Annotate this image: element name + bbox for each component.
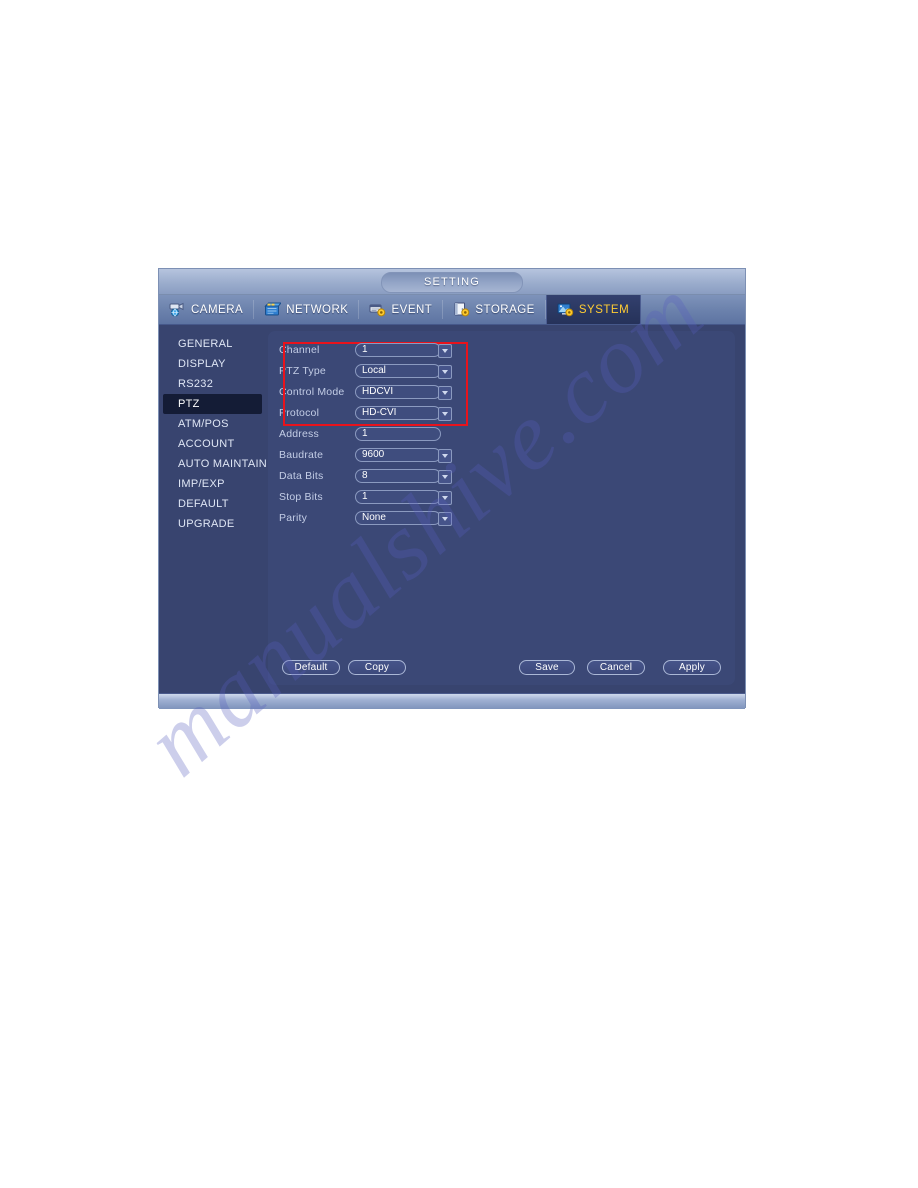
- field-label: Channel: [279, 343, 320, 356]
- tab-label: EVENT: [391, 303, 433, 316]
- system-gear-icon: [557, 302, 574, 317]
- dropdown-channel[interactable]: 1: [355, 342, 452, 358]
- cancel-button[interactable]: Cancel: [587, 660, 645, 675]
- setting-dialog: SETTING CAMERA NETWORK EVENT STORAGE SYSTEM …: [158, 268, 746, 709]
- form-row: Baudrate 9600: [279, 444, 452, 465]
- chevron-down-icon[interactable]: [438, 490, 452, 505]
- dropdown-data-bits[interactable]: 8: [355, 468, 452, 484]
- main-tab-bar: CAMERA NETWORK EVENT STORAGE SYSTEM: [159, 295, 745, 325]
- apply-button[interactable]: Apply: [663, 660, 721, 675]
- sidebar-item-upgrade[interactable]: UPGRADE: [163, 514, 262, 534]
- dropdown-protocol[interactable]: HD-CVI: [355, 405, 452, 421]
- dropdown-baudrate[interactable]: 9600: [355, 447, 452, 463]
- form-row: Control Mode HDCVI: [279, 381, 452, 402]
- field-value: 1: [362, 343, 368, 355]
- tab-system[interactable]: SYSTEM: [545, 295, 642, 324]
- chevron-down-icon[interactable]: [438, 406, 452, 421]
- form-row: Address 1: [279, 423, 441, 444]
- tab-storage[interactable]: STORAGE: [443, 295, 546, 324]
- sidebar-item-general[interactable]: GENERAL: [163, 334, 262, 354]
- sidebar-item-ptz[interactable]: PTZ: [163, 394, 262, 414]
- dropdown-stop-bits[interactable]: 1: [355, 489, 452, 505]
- form-row: PTZ Type Local: [279, 360, 452, 381]
- field-value: 9600: [362, 448, 385, 460]
- form-row: Stop Bits 1: [279, 486, 452, 507]
- field-label: PTZ Type: [279, 364, 326, 377]
- field-value: HD-CVI: [362, 406, 397, 418]
- dropdown-ptz-type[interactable]: Local: [355, 363, 452, 379]
- chevron-down-icon[interactable]: [438, 343, 452, 358]
- sidebar-item-rs232[interactable]: RS232: [163, 374, 262, 394]
- action-button-bar: Default Copy Save Cancel Apply: [268, 660, 735, 677]
- input-address[interactable]: 1: [355, 426, 441, 441]
- dialog-body: GENERAL DISPLAY RS232 PTZ ATM/POS ACCOUNT AUTO…: [159, 325, 745, 693]
- page-title: SETTING: [381, 272, 523, 293]
- tab-label: CAMERA: [191, 303, 244, 316]
- field-label: Baudrate: [279, 448, 324, 461]
- chevron-down-icon[interactable]: [438, 469, 452, 484]
- form-row: Parity None: [279, 507, 452, 528]
- form-row: Channel 1: [279, 339, 452, 360]
- dropdown-parity[interactable]: None: [355, 510, 452, 526]
- tab-network[interactable]: NETWORK: [254, 295, 360, 324]
- field-label: Parity: [279, 511, 308, 524]
- field-value: Local: [362, 364, 386, 376]
- chevron-down-icon[interactable]: [438, 448, 452, 463]
- chevron-down-icon[interactable]: [438, 385, 452, 400]
- tab-label: STORAGE: [475, 303, 535, 316]
- ptz-form: Channel 1 PTZ Type Local Control Mode HDCVI Pr…: [279, 339, 468, 528]
- camera-globe-icon: [169, 302, 186, 317]
- ptz-settings-panel: Channel 1 PTZ Type Local Control Mode HDCVI Pr…: [268, 331, 735, 685]
- dropdown-control-mode[interactable]: HDCVI: [355, 384, 452, 400]
- field-label: Address: [279, 427, 319, 440]
- storage-gear-icon: [453, 302, 470, 317]
- sidebar-item-auto-maintain[interactable]: AUTO MAINTAIN: [163, 454, 267, 474]
- field-value: 8: [362, 469, 368, 481]
- event-gear-icon: [369, 302, 386, 317]
- field-label: Stop Bits: [279, 490, 323, 503]
- tab-camera[interactable]: CAMERA: [159, 295, 255, 324]
- tab-label: NETWORK: [286, 303, 349, 316]
- dialog-title-bar: SETTING: [159, 269, 745, 295]
- network-icon: [264, 302, 282, 317]
- sidebar-menu: GENERAL DISPLAY RS232 PTZ ATM/POS ACCOUNT AUTO…: [159, 325, 267, 693]
- tab-bar-filler: [641, 295, 745, 324]
- field-value: 1: [362, 427, 368, 439]
- content-wrapper: Channel 1 PTZ Type Local Control Mode HDCVI Pr…: [264, 325, 745, 693]
- sidebar-item-atm-pos[interactable]: ATM/POS: [163, 414, 262, 434]
- form-row: Data Bits 8: [279, 465, 452, 486]
- sidebar-item-display[interactable]: DISPLAY: [163, 354, 262, 374]
- sidebar-item-imp-exp[interactable]: IMP/EXP: [163, 474, 262, 494]
- sidebar-item-default[interactable]: DEFAULT: [163, 494, 262, 514]
- chevron-down-icon[interactable]: [438, 364, 452, 379]
- field-value: 1: [362, 490, 368, 502]
- sidebar-item-account[interactable]: ACCOUNT: [163, 434, 262, 454]
- copy-button[interactable]: Copy: [348, 660, 406, 675]
- dialog-footer: [159, 693, 745, 709]
- field-label: Data Bits: [279, 469, 324, 482]
- field-label: Protocol: [279, 406, 320, 419]
- form-row: Protocol HD-CVI: [279, 402, 452, 423]
- field-value: HDCVI: [362, 385, 394, 397]
- field-label: Control Mode: [279, 385, 345, 398]
- tab-label: SYSTEM: [578, 303, 630, 316]
- field-value: None: [362, 511, 386, 523]
- default-button[interactable]: Default: [282, 660, 340, 675]
- chevron-down-icon[interactable]: [438, 511, 452, 526]
- save-button[interactable]: Save: [519, 660, 575, 675]
- tab-event[interactable]: EVENT: [359, 295, 444, 324]
